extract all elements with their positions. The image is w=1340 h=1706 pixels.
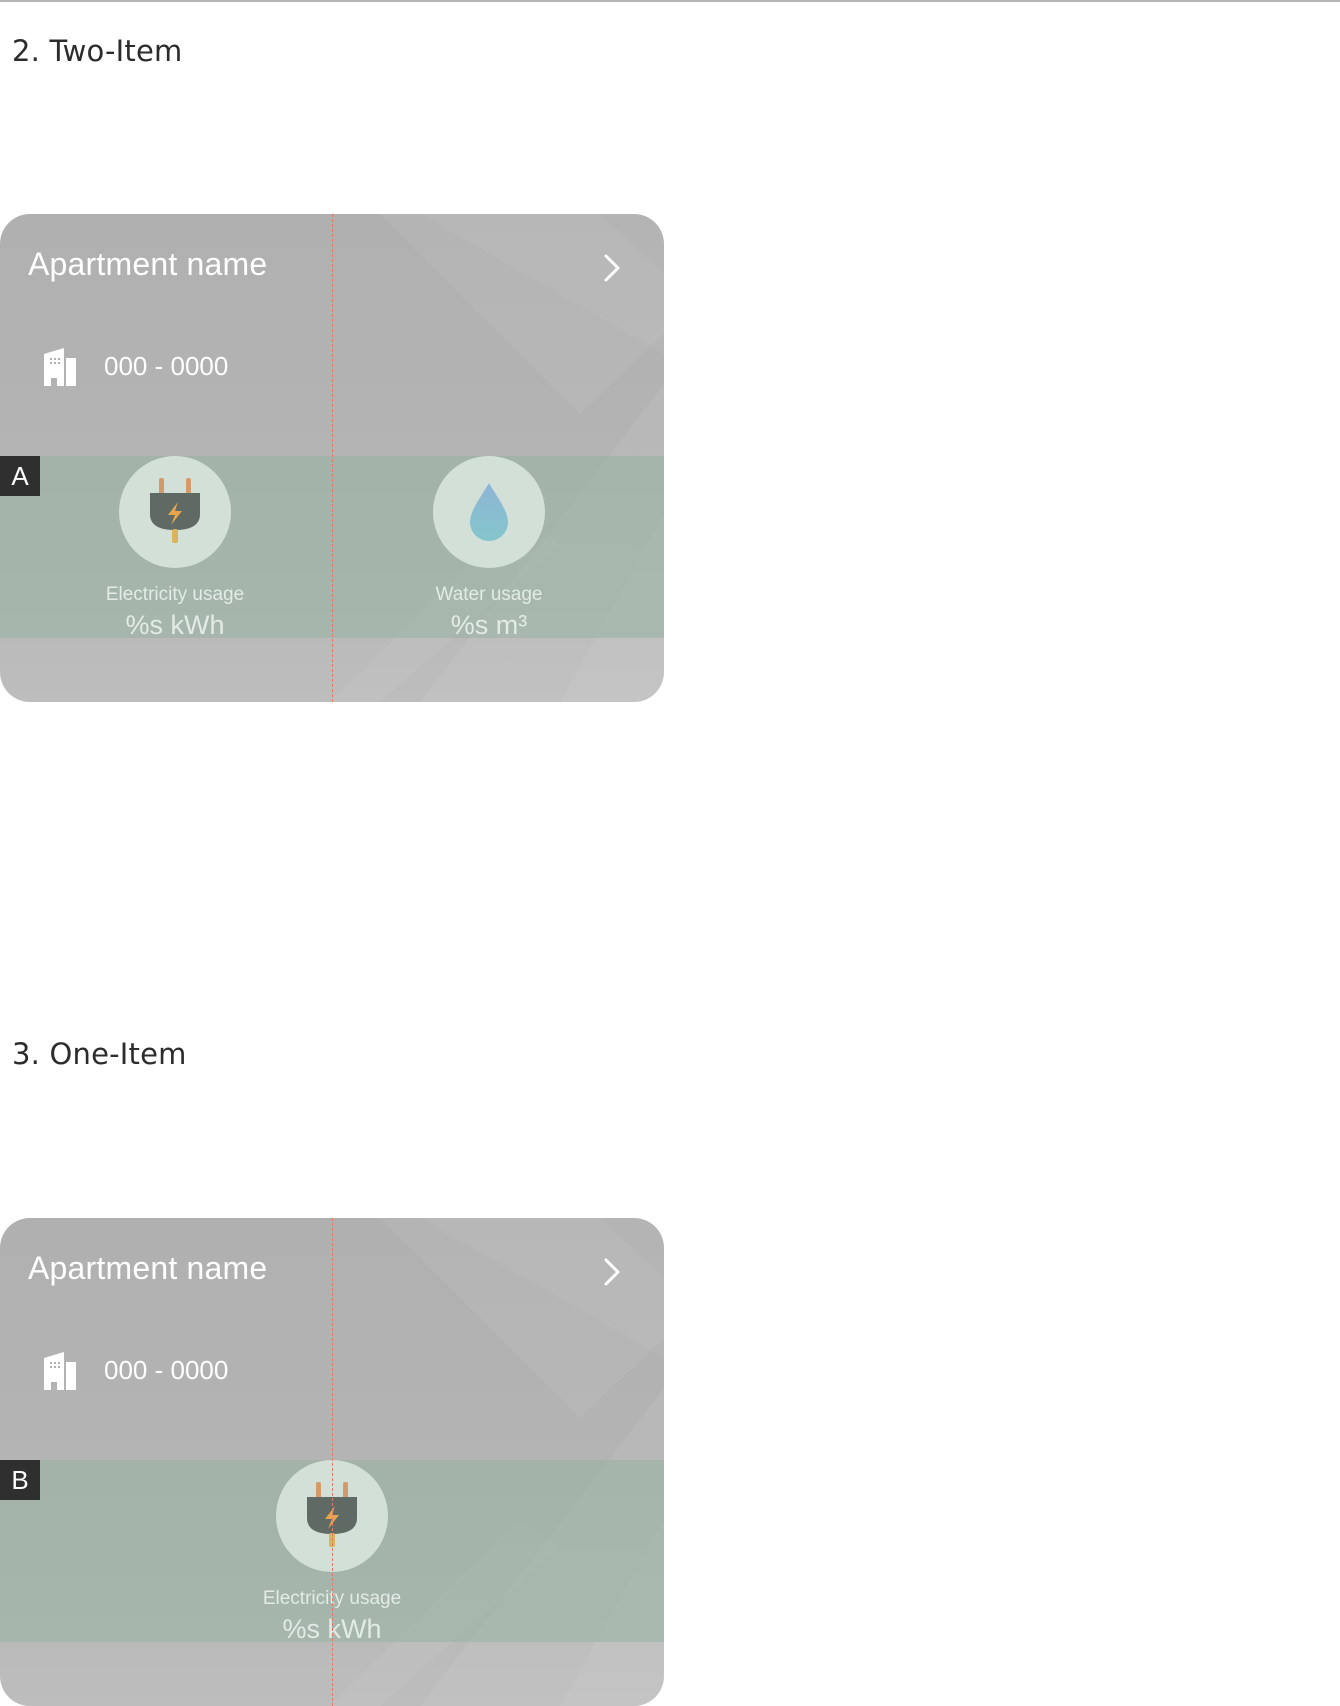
apartment-name: Apartment name — [28, 1250, 268, 1286]
top-divider — [0, 0, 1340, 2]
electricity-usage-value: %s kWh — [125, 610, 225, 640]
marker-b: B — [0, 1460, 40, 1500]
building-icon — [44, 1352, 76, 1390]
chevron-right-icon[interactable] — [598, 250, 626, 286]
electricity-icon-circle — [119, 456, 231, 568]
electricity-usage-label: Electricity usage — [105, 584, 245, 605]
plug-icon — [150, 478, 200, 543]
electricity-usage-item[interactable]: Electricity usage %s kWh — [55, 456, 295, 640]
apartment-name: Apartment name — [28, 246, 268, 282]
apartment-card-two-item[interactable]: Apartment name 000 - 0000 Electricity us… — [0, 214, 664, 702]
section-title-two-item: 2. Two-Item — [12, 34, 183, 68]
water-drop-icon — [470, 483, 508, 541]
water-usage-label: Water usage — [435, 584, 543, 605]
section-title-one-item: 3. One-Item — [12, 1037, 187, 1071]
building-icon — [44, 348, 76, 386]
apartment-number: 000 - 0000 — [104, 351, 229, 381]
center-guide-line — [332, 1218, 333, 1706]
water-usage-value: %s m³ — [450, 610, 528, 640]
chevron-right-icon[interactable] — [598, 1254, 626, 1290]
center-guide-line — [332, 214, 333, 702]
water-usage-item[interactable]: Water usage %s m³ — [369, 456, 609, 640]
marker-a: A — [0, 456, 40, 496]
apartment-card-one-item[interactable]: Apartment name 000 - 0000 Electricity us… — [0, 1218, 664, 1706]
apartment-number: 000 - 0000 — [104, 1355, 229, 1385]
water-icon-circle — [433, 456, 545, 568]
